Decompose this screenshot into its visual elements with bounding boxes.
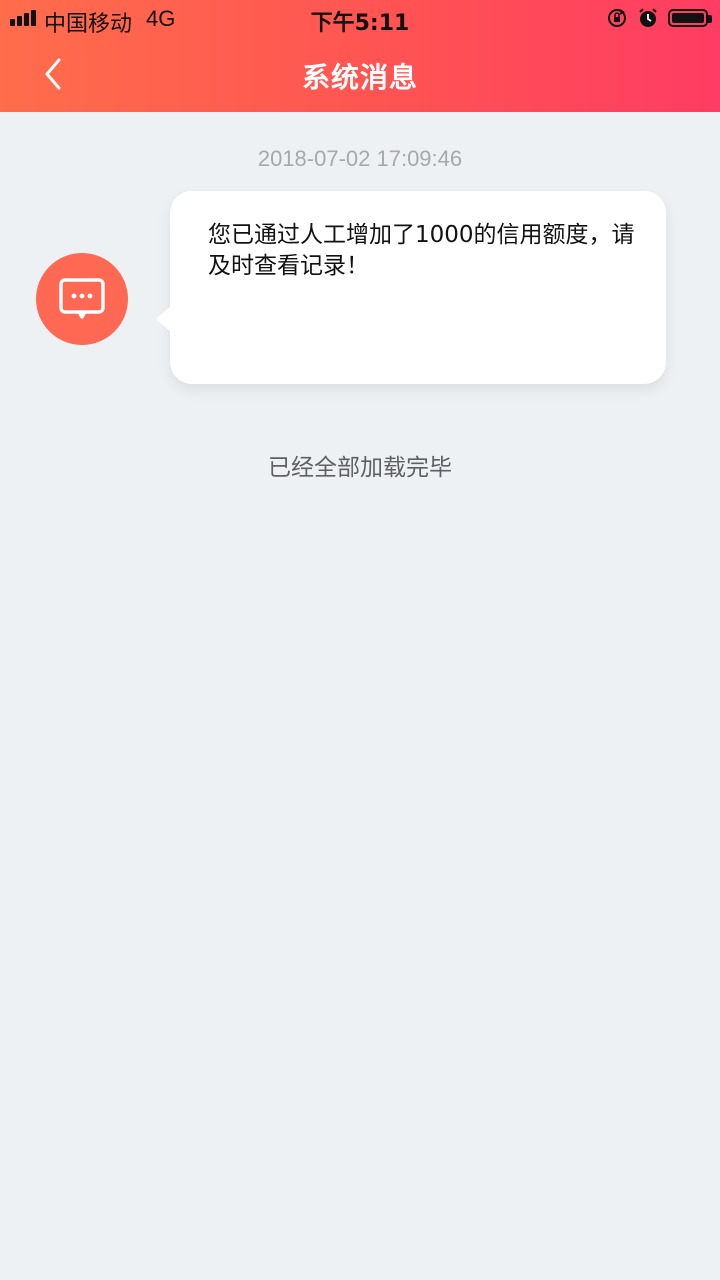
status-bar: 中国移动 4G 下午5:11 [0,0,720,37]
app-screen: 中国移动 4G 下午5:11 系统消息 2018-07-02 17:09:46 … [0,0,720,1280]
navigation-bar: 系统消息 [0,36,720,112]
message-timestamp: 2018-07-02 17:09:46 [257,146,463,171]
alarm-icon [639,8,657,27]
status-icons [606,7,712,29]
top-bar: 中国移动 4G 下午5:11 系统消息 [0,0,720,112]
message-icon [59,278,105,319]
message-bubble[interactable]: 您已通过人工增加了1000的信用额度，请及时查看记录！ [156,191,666,384]
page-title: 系统消息 [301,61,418,94]
rotation-lock-icon [608,9,626,27]
bubble-tail [156,305,172,333]
battery-icon [668,9,712,27]
message-text: 您已通过人工增加了1000的信用额度，请及时查看记录！ [208,222,635,279]
load-complete-status: 已经全部加载完毕 [268,455,452,481]
message-avatar [36,253,128,345]
